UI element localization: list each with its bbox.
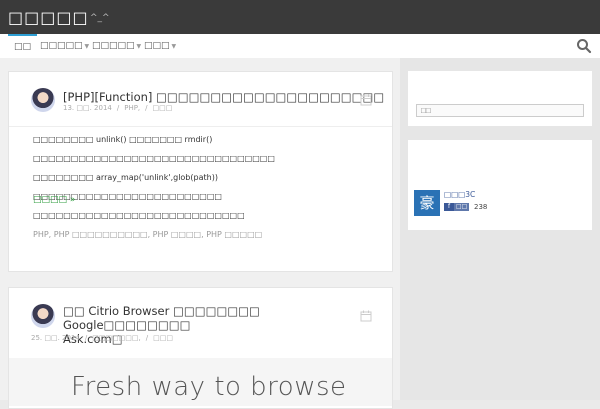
main-nav: □□ □□□□□ ▼ □□□□□ ▼ □□□ ▼	[0, 34, 600, 59]
page-logo[interactable]: 豪	[414, 190, 440, 216]
post-comments[interactable]: □□□	[153, 334, 173, 342]
post-card: [PHP][Function] □□□□□□□□□□□□□□□□□□□□□ 13…	[8, 71, 393, 272]
post-meta: 13. □□. 2014/PHP, / □□□	[63, 104, 173, 112]
fb-like-button[interactable]: □□	[454, 203, 470, 211]
calendar-icon	[360, 94, 372, 106]
post-date: 13. □□. 2014	[63, 104, 112, 112]
excerpt-line: □□□□□□□□ unlink() □□□□□□□ rmdir() □□□□□□…	[33, 135, 275, 163]
fb-page-plugin: 豪 □□□3C f □□ 238	[408, 185, 592, 219]
site-title[interactable]: □□□□□	[8, 8, 89, 27]
nav-item-dropdown-2[interactable]: □□□□□ ▼	[92, 34, 141, 58]
tag-link[interactable]: PHP □□□□	[153, 230, 201, 239]
featured-image-caption: Fresh way to browse	[71, 372, 347, 402]
post-comments[interactable]: □□□	[153, 104, 173, 112]
post-meta: 25. □□. 2014/□□□□□□□, / □□□	[31, 334, 173, 342]
fb-page-name[interactable]: □□□3C	[444, 190, 475, 199]
post-excerpt: □□□□□□□□ unlink() □□□□□□□ rmdir() □□□□□□…	[33, 130, 378, 225]
search-widget	[408, 71, 592, 126]
tag-link[interactable]: PHP □□□□□	[206, 230, 262, 239]
nav-item-dropdown-3[interactable]: □□□ ▼	[144, 34, 176, 58]
excerpt-line: □□□□□□□□ array_map('unlink',glob(path)) …	[33, 173, 222, 201]
author-avatar[interactable]	[31, 304, 55, 328]
post-date: 25. □□. 2014	[31, 334, 80, 342]
nav-item-label: □□□□□	[92, 41, 135, 51]
post-card: □□ Citrio Browser □□□□□□□□ Google□□□□□□□…	[8, 287, 393, 409]
facebook-widget: 豪 □□□3C f □□ 238	[408, 140, 592, 230]
facebook-icon[interactable]: f	[444, 203, 454, 211]
search-input[interactable]	[416, 104, 584, 117]
chevron-down-icon: ▼	[84, 43, 90, 50]
read-more-link[interactable]: □□□□ »	[33, 195, 75, 205]
chevron-down-icon: ▼	[136, 43, 142, 50]
tag-link[interactable]: PHP	[33, 230, 49, 239]
divider	[9, 126, 392, 127]
nav-item-dropdown-1[interactable]: □□□□□ ▼	[40, 34, 89, 58]
nav-item-label: □□□	[144, 41, 170, 51]
main-content: [PHP][Function] □□□□□□□□□□□□□□□□□□□□□ 13…	[0, 58, 400, 409]
sidebar: 豪 □□□3C f □□ 238	[400, 58, 600, 400]
excerpt-line: □□□□□□□□□□□□□□□□□□□□□□□□□□□□	[33, 211, 245, 220]
nav-item-label: □□	[14, 42, 32, 52]
post-title[interactable]: [PHP][Function] □□□□□□□□□□□□□□□□□□□□□	[63, 90, 384, 104]
tag-link[interactable]: PHP □□□□□□□□□□	[54, 230, 148, 239]
fb-like-count: 238	[474, 203, 488, 211]
featured-image[interactable]: Fresh way to browse	[9, 358, 392, 406]
nav-item-home[interactable]: □□	[8, 34, 38, 60]
author-avatar[interactable]	[31, 88, 55, 112]
site-header: □□□□□ ^_^	[0, 0, 600, 34]
chevron-down-icon: ▼	[171, 43, 177, 50]
post-category[interactable]: PHP,	[124, 104, 140, 112]
post-tags: PHP, PHP □□□□□□□□□□, PHP □□□□, PHP □□□□□	[33, 230, 263, 239]
nav-item-label: □□□□□	[40, 41, 83, 51]
post-category[interactable]: □□□□□□□,	[92, 334, 141, 342]
calendar-icon	[360, 310, 372, 322]
search-icon[interactable]	[576, 38, 592, 54]
post-title-line: □□ Citrio Browser □□□□□□□□ Google□□□□□□□…	[63, 304, 260, 332]
site-tagline: ^_^	[90, 13, 110, 23]
